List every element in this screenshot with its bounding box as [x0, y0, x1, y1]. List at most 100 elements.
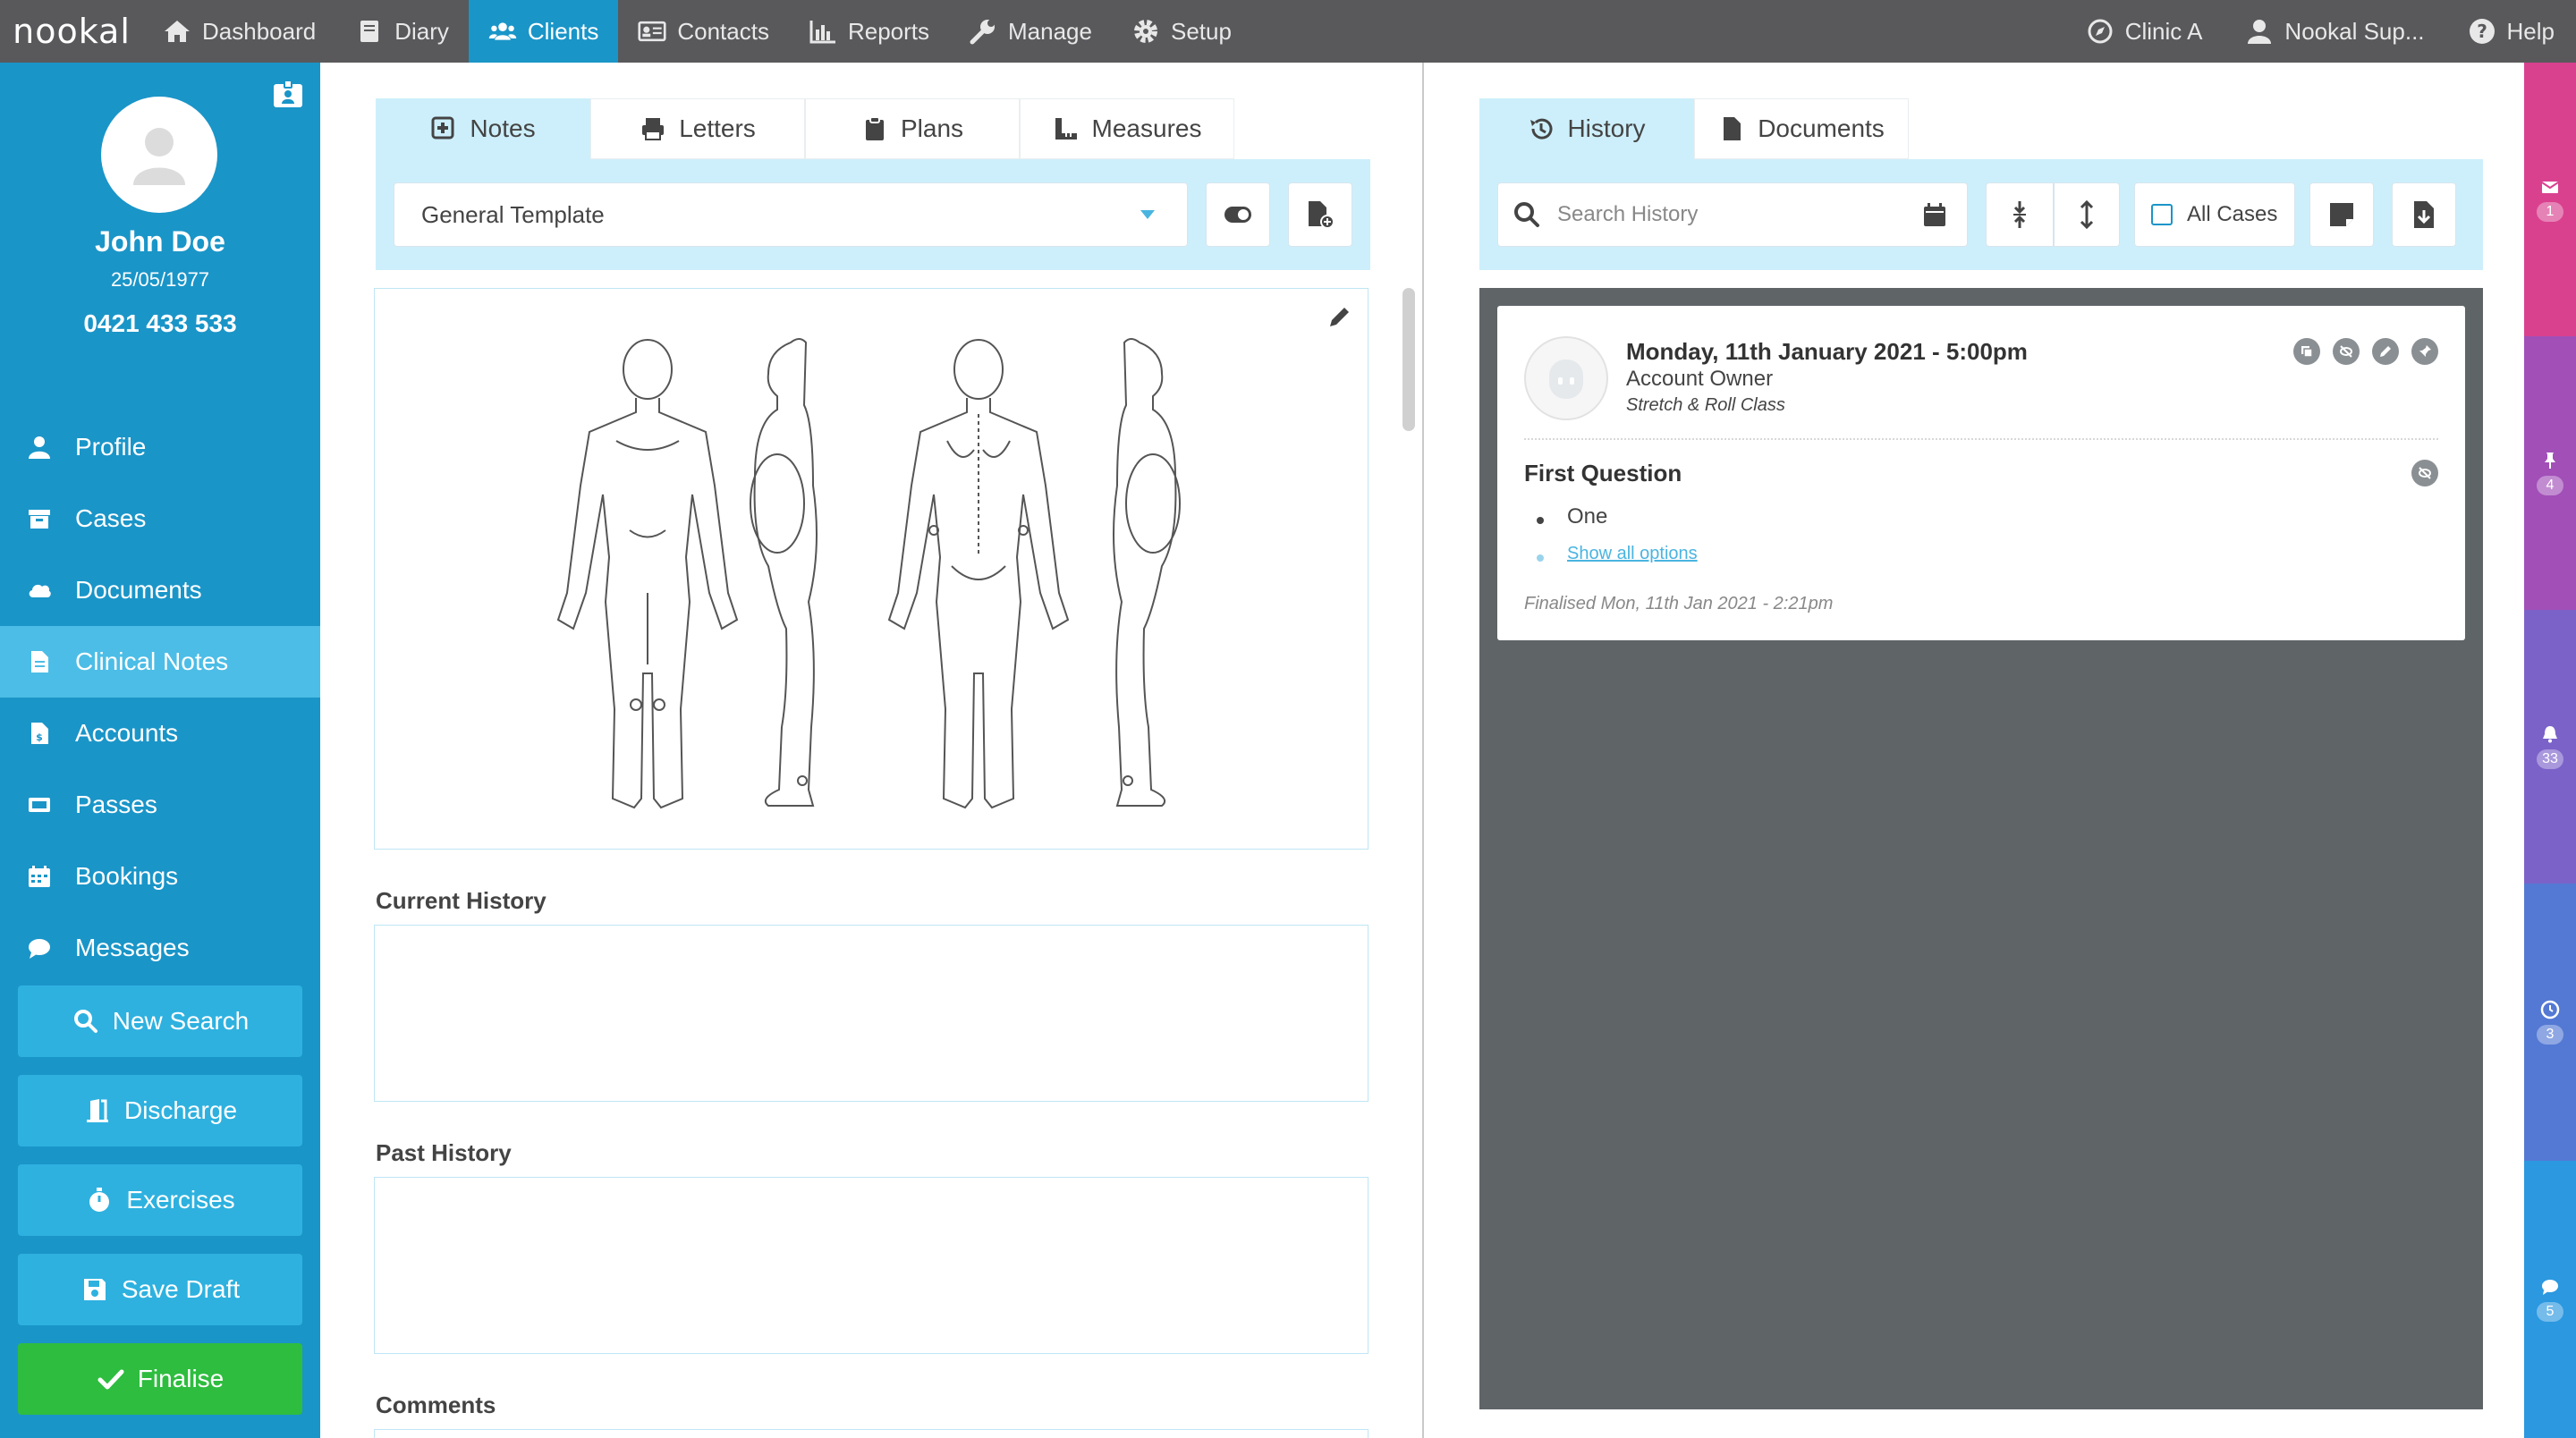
template-select-value: General Template — [421, 200, 605, 228]
caret-down-icon — [1140, 210, 1155, 219]
door-open-icon — [86, 1099, 108, 1122]
collapse-all-button[interactable] — [1986, 182, 2054, 247]
nav-dashboard[interactable]: Dashboard — [143, 0, 335, 63]
nav-manage[interactable]: Manage — [949, 0, 1112, 63]
search-icon — [1514, 202, 1539, 227]
hide-icon[interactable] — [2333, 338, 2360, 365]
tab-letters[interactable]: Letters — [590, 98, 805, 159]
checkbox-box[interactable] — [2151, 204, 2173, 225]
sidebar-item-messages[interactable]: Messages — [0, 912, 320, 984]
discharge-button[interactable]: Discharge — [18, 1075, 302, 1146]
rail-messages[interactable]: 1 — [2524, 63, 2576, 336]
nav-contacts[interactable]: Contacts — [618, 0, 789, 63]
rail-notifications[interactable]: 33 — [2524, 610, 2576, 884]
rail-badge: 1 — [2537, 202, 2563, 222]
sidebar-item-clinical-notes[interactable]: Clinical Notes — [0, 626, 320, 698]
all-cases-checkbox[interactable]: All Cases — [2134, 182, 2295, 247]
download-button[interactable] — [2392, 182, 2456, 247]
nookal-logo[interactable]: nookal — [0, 0, 143, 63]
finalise-button[interactable]: Finalise — [18, 1343, 302, 1415]
show-options-bullet — [1537, 554, 1544, 562]
nav-clients[interactable]: Clients — [468, 0, 619, 63]
help-link[interactable]: ? Help — [2446, 0, 2576, 63]
client-name: John Doe — [95, 225, 225, 258]
toggle-button[interactable] — [1206, 182, 1270, 247]
users-icon — [488, 22, 517, 40]
archive-icon — [29, 510, 50, 529]
sidebar-item-documents[interactable]: Documents — [0, 554, 320, 626]
nav-clients-label: Clients — [527, 17, 599, 45]
body-side-figure-left — [750, 338, 818, 807]
calendar-icon[interactable] — [1922, 201, 1947, 228]
tab-measures[interactable]: Measures — [1020, 98, 1234, 159]
exercises-button[interactable]: Exercises — [18, 1164, 302, 1236]
sidebar-menu: Profile Cases Documents Clinical Notes $… — [0, 411, 320, 984]
nav-diary[interactable]: Diary — [335, 0, 469, 63]
rail-pins[interactable]: 4 — [2524, 336, 2576, 610]
question-hide-icon[interactable] — [2411, 460, 2438, 486]
sticky-note-icon — [2330, 203, 2353, 226]
home-icon — [165, 21, 190, 42]
plus-square-icon — [431, 116, 454, 140]
nav-diary-label: Diary — [394, 17, 449, 45]
sidebar-item-label: Messages — [75, 934, 190, 961]
tab-notes[interactable]: Notes — [376, 98, 590, 159]
nav-contacts-label: Contacts — [677, 17, 769, 45]
nav-setup[interactable]: Setup — [1112, 0, 1251, 63]
past-history-label: Past History — [376, 1139, 512, 1166]
compass-icon — [2088, 19, 2113, 44]
sidebar-item-accounts[interactable]: $ Accounts — [0, 698, 320, 769]
copy-icon[interactable] — [2293, 338, 2320, 365]
question-title: First Question — [1524, 460, 1682, 486]
printer-icon — [642, 118, 665, 140]
current-history-input[interactable] — [374, 925, 1368, 1102]
user-silhouette-icon — [133, 128, 185, 185]
tab-documents-label: Documents — [1758, 114, 1885, 142]
tab-history-label: History — [1567, 114, 1646, 142]
notes-tabs: Notes Letters Plans Measures — [376, 98, 1234, 159]
nav-dashboard-label: Dashboard — [202, 17, 317, 45]
tab-plans[interactable]: Plans — [805, 98, 1020, 159]
sidebar-item-cases[interactable]: Cases — [0, 483, 320, 554]
pin-icon[interactable] — [2411, 338, 2438, 365]
clinic-switcher[interactable]: Clinic A — [2064, 0, 2224, 63]
nav-reports-label: Reports — [847, 17, 930, 45]
add-file-button[interactable] — [1288, 182, 1352, 247]
file-download-icon — [2414, 201, 2434, 228]
new-search-button[interactable]: New Search — [18, 985, 302, 1057]
sticky-note-button[interactable] — [2309, 182, 2374, 247]
entry-class: Stretch & Roll Class — [1626, 395, 1785, 415]
body-side-figure-right — [1113, 338, 1181, 807]
address-card-icon — [638, 21, 666, 42]
nav-reports[interactable]: Reports — [789, 0, 949, 63]
notes-scrollbar[interactable] — [1402, 288, 1415, 431]
sidebar-item-passes[interactable]: Passes — [0, 769, 320, 841]
sidebar-item-label: Accounts — [75, 719, 179, 747]
id-badge-icon[interactable] — [272, 79, 304, 111]
rail-chat[interactable]: 5 — [2524, 1161, 2576, 1438]
comments-input[interactable] — [374, 1429, 1368, 1438]
body-front-figure — [556, 339, 739, 809]
tab-history[interactable]: History — [1479, 98, 1694, 159]
client-sidebar: John Doe 25/05/1977 0421 433 533 Profile… — [0, 63, 320, 1438]
rail-reminders[interactable]: 3 — [2524, 884, 2576, 1161]
user-menu[interactable]: Nookal Sup... — [2224, 0, 2445, 63]
sidebar-item-label: Cases — [75, 504, 147, 532]
pencil-icon[interactable] — [1326, 305, 1352, 330]
tab-documents[interactable]: Documents — [1694, 98, 1909, 159]
save-draft-button[interactable]: Save Draft — [18, 1254, 302, 1325]
edit-icon[interactable] — [2372, 338, 2399, 365]
body-chart[interactable] — [374, 288, 1368, 850]
svg-text:$: $ — [36, 732, 43, 743]
template-select[interactable]: General Template — [394, 182, 1188, 247]
exercises-label: Exercises — [126, 1186, 235, 1214]
sidebar-item-profile[interactable]: Profile — [0, 411, 320, 483]
finalise-label: Finalise — [137, 1365, 225, 1392]
past-history-input[interactable] — [374, 1177, 1368, 1354]
search-history-input[interactable]: Search History — [1497, 182, 1968, 247]
sidebar-item-bookings[interactable]: Bookings — [0, 841, 320, 912]
sidebar-item-label: Passes — [75, 791, 157, 818]
history-entry-card[interactable]: Monday, 11th January 2021 - 5:00pm Accou… — [1497, 306, 2465, 640]
show-all-options-link[interactable]: Show all options — [1567, 544, 1698, 564]
expand-all-button[interactable] — [2054, 182, 2120, 247]
